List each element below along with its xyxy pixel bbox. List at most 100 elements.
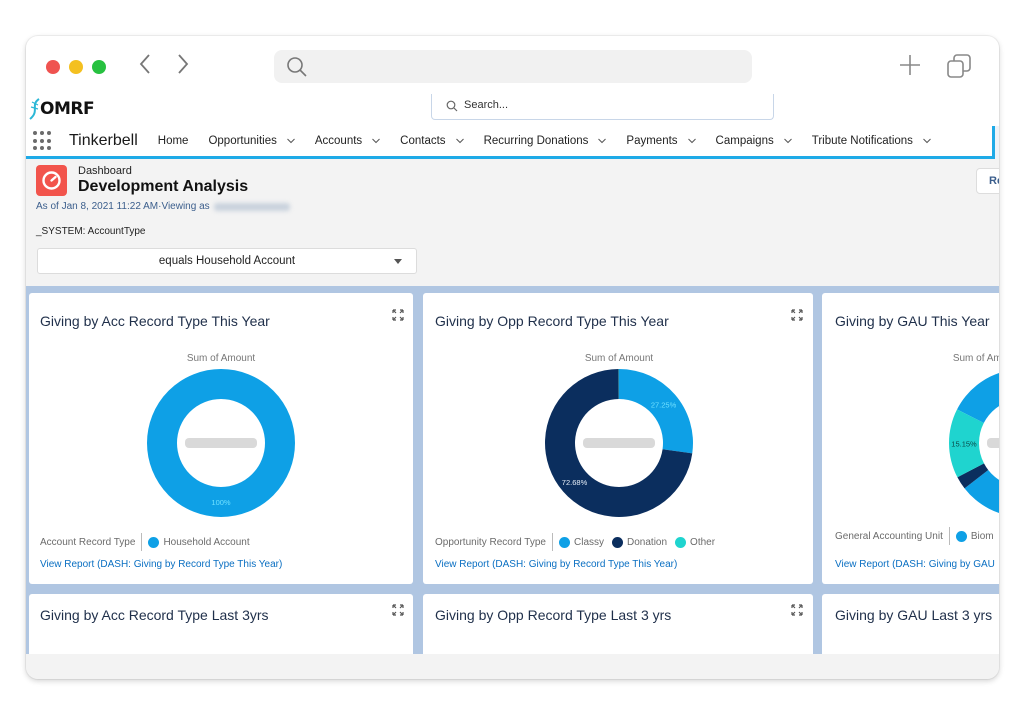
legend-item[interactable]: Donation xyxy=(612,536,668,548)
chevron-down-icon[interactable] xyxy=(923,137,931,145)
chevron-down-icon[interactable] xyxy=(372,137,381,145)
window-footer xyxy=(26,654,999,679)
close-window-button[interactable] xyxy=(46,60,60,74)
donut-data-label: 72.68% xyxy=(562,478,588,487)
filter-value: equals Household Account xyxy=(158,255,296,267)
legend-title: Account Record Type xyxy=(40,536,136,548)
tabs-overview-icon[interactable] xyxy=(946,53,972,79)
card-title: Giving by Opp Record Type Last 3 yrs xyxy=(435,607,672,623)
refresh-button-label: Re xyxy=(989,175,999,187)
org-logo[interactable]: OMRF xyxy=(28,96,95,122)
chart-subtitle: Sum of Amount xyxy=(952,353,999,364)
dashboard-kicker: Dashboard xyxy=(78,165,132,177)
nav-item-label: Contacts xyxy=(400,135,446,147)
search-icon xyxy=(446,100,458,112)
legend-item[interactable]: Classy xyxy=(559,536,605,548)
maximize-window-button[interactable] xyxy=(92,60,106,74)
chevron-down-icon[interactable] xyxy=(687,137,696,145)
expand-icon[interactable] xyxy=(791,309,803,321)
app-navigation-bar: Tinkerbell Home Opportunities Accounts Cont… xyxy=(26,126,999,159)
app-launcher-icon[interactable] xyxy=(33,131,53,151)
view-report-link[interactable]: View Report (DASH: Giving by Record Type… xyxy=(435,559,677,570)
chart-subtitle: Sum of Amount xyxy=(584,353,654,364)
nav-item-label: Recurring Donations xyxy=(483,135,589,147)
card-title: Giving by Opp Record Type This Year xyxy=(435,313,669,329)
legend-item[interactable]: Biom xyxy=(955,530,994,542)
chevron-left-icon xyxy=(139,54,150,74)
nav-item-campaigns[interactable]: Campaigns xyxy=(712,126,796,156)
nav-item-home[interactable]: Home xyxy=(154,126,193,156)
donut-chart[interactable]: 100% xyxy=(145,367,297,519)
browser-window: OMRF Search... Tinkerbell Home Opportunit… xyxy=(26,36,999,679)
chevron-down-icon[interactable] xyxy=(598,137,607,145)
nav-item-accounts[interactable]: Accounts xyxy=(311,126,384,156)
view-report-link[interactable]: View Report (DASH: Giving by Record Type… xyxy=(40,559,282,570)
expand-icon[interactable] xyxy=(392,604,404,616)
legend-title: General Accounting Unit xyxy=(835,530,943,542)
caret-down-icon xyxy=(394,259,402,264)
chevron-down-icon[interactable] xyxy=(455,137,464,145)
legend-swatch xyxy=(612,536,624,548)
new-tab-icon[interactable] xyxy=(898,51,922,79)
app-name: Tinkerbell xyxy=(69,132,138,149)
legend-label: Donation xyxy=(627,536,668,548)
chevron-down-icon[interactable] xyxy=(783,137,792,145)
legend-label: Classy xyxy=(574,536,605,548)
donut-data-label: 100% xyxy=(211,498,231,507)
legend-item[interactable]: Household Account xyxy=(148,536,250,548)
dashboard-as-of: As of Jan 8, 2021 11:22 AM·Viewing as xyxy=(36,201,290,212)
legend-label: Biom xyxy=(970,530,994,542)
browser-toolbar xyxy=(26,36,999,94)
filter-label: _SYSTEM: AccountType xyxy=(36,226,146,237)
legend-swatch xyxy=(955,530,967,542)
global-search-input[interactable]: Search... xyxy=(431,94,774,120)
dashboard-header: Dashboard Development Analysis As of Jan… xyxy=(26,162,999,286)
legend-divider xyxy=(141,533,143,551)
legend-item[interactable]: Other xyxy=(675,536,716,548)
donut-chart[interactable]: 15.15% xyxy=(947,367,999,519)
nav-item-label: Opportunities xyxy=(208,135,277,147)
donut-center-total-redacted xyxy=(987,438,999,448)
legend-label: Other xyxy=(690,536,716,548)
card-title: Giving by Acc Record Type This Year xyxy=(40,313,270,329)
nav-item-payments[interactable]: Payments xyxy=(622,126,699,156)
viewing-as-user-redacted xyxy=(213,202,290,211)
as-of-text: As of Jan 8, 2021 11:22 AM·Viewing as xyxy=(36,201,210,212)
legend-swatch xyxy=(148,536,160,548)
legend-label: Household Account xyxy=(163,536,250,548)
nav-item-tribute-notifications[interactable]: Tribute Notifications xyxy=(808,126,935,156)
donut-center-total-redacted xyxy=(185,438,257,448)
nav-item-opportunities[interactable]: Opportunities xyxy=(204,126,298,156)
logo-text: OMRF xyxy=(40,99,95,119)
expand-icon[interactable] xyxy=(392,309,404,321)
dashboard-card: Giving by GAU This Year Sum of Amount 15… xyxy=(822,293,999,584)
expand-icon[interactable] xyxy=(791,604,803,616)
chevron-down-icon[interactable] xyxy=(287,137,295,145)
donut-data-label: 15.15% xyxy=(951,439,977,448)
nav-item-label: Payments xyxy=(626,135,678,147)
url-bar[interactable] xyxy=(274,50,752,83)
nav-item-recurring-donations[interactable]: Recurring Donations xyxy=(480,126,611,156)
view-report-link[interactable]: View Report (DASH: Giving by GAU xyxy=(835,559,995,570)
refresh-button[interactable]: Re xyxy=(976,168,999,194)
chart-legend: General Accounting Unit Biom xyxy=(835,527,999,545)
donut-center-total-redacted xyxy=(583,438,655,448)
search-placeholder: Search... xyxy=(464,99,509,111)
dashboard-card: Giving by Opp Record Type This Year Sum … xyxy=(423,293,813,584)
dashboard-card: Giving by Acc Record Type This Year Sum … xyxy=(29,293,413,584)
chart-subtitle: Sum of Amount xyxy=(186,353,256,364)
chart-legend: Opportunity Record Type Classy Donation … xyxy=(435,533,723,551)
nav-overflow-tab[interactable] xyxy=(992,126,999,159)
account-type-filter-select[interactable]: equals Household Account xyxy=(37,248,417,274)
card-title: Giving by GAU This Year xyxy=(835,313,990,329)
nav-item-label: Campaigns xyxy=(715,135,774,147)
donut-chart[interactable]: 27.25% 72.68% xyxy=(543,367,695,519)
legend-divider xyxy=(948,527,950,545)
back-button[interactable] xyxy=(134,53,156,79)
forward-button[interactable] xyxy=(172,53,194,79)
gauge-icon xyxy=(42,171,61,190)
minimize-window-button[interactable] xyxy=(69,60,83,74)
card-title: Giving by GAU Last 3 yrs xyxy=(835,607,993,623)
donut-data-label: 27.25% xyxy=(651,400,677,409)
nav-item-contacts[interactable]: Contacts xyxy=(396,126,467,156)
